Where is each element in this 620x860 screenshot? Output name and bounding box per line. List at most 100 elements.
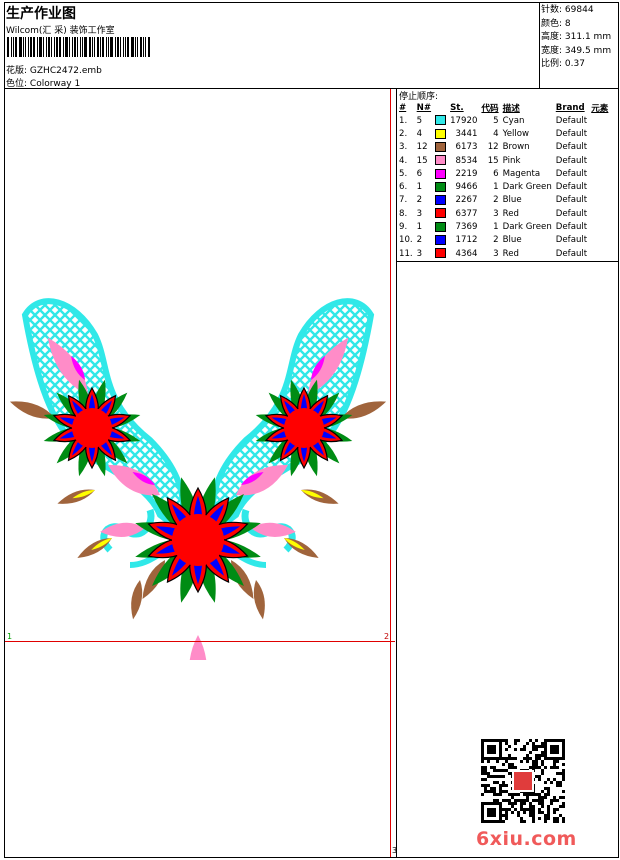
row-element	[589, 220, 610, 233]
qr-module	[556, 820, 559, 823]
qr-module	[538, 808, 541, 811]
color-swatch	[435, 115, 447, 126]
qr-module	[535, 754, 538, 757]
qr-module	[532, 745, 535, 748]
qr-module	[508, 772, 511, 775]
row-code: 2	[493, 195, 499, 206]
qr-module	[508, 766, 511, 769]
qr-module	[532, 748, 535, 751]
qr-module	[526, 808, 529, 811]
qr-module	[553, 760, 556, 763]
color-swatch	[435, 248, 447, 259]
qr-module	[508, 799, 511, 802]
row-code: 1	[493, 182, 499, 193]
design-line: 花版: GZHC2472.emb	[6, 63, 102, 76]
qr-module	[538, 757, 541, 760]
qr-module	[499, 769, 502, 772]
row-element	[589, 247, 610, 260]
qr-module	[532, 760, 535, 763]
qr-module	[517, 793, 520, 796]
qr-module	[493, 769, 496, 772]
flower-right-center	[284, 408, 324, 448]
qr-module	[538, 766, 541, 769]
qr-module	[499, 790, 502, 793]
qr-module	[541, 772, 544, 775]
qr-module	[547, 811, 550, 814]
embroidery-design	[9, 298, 387, 660]
row-swatch	[433, 180, 448, 193]
qr-module	[481, 769, 484, 772]
qr-module	[481, 766, 484, 769]
qr-module	[511, 805, 514, 808]
qr-module	[541, 769, 544, 772]
qr-module	[523, 802, 526, 805]
qr-module	[499, 787, 502, 790]
table-row: 9. 1 7369 1 Dark Green Default	[397, 220, 610, 233]
colorway-value: Colorway 1	[29, 79, 81, 89]
qr-module	[544, 781, 547, 784]
qr-module	[544, 820, 547, 823]
row-brand: Default	[555, 155, 588, 166]
color-swatch	[435, 208, 447, 219]
table-row: 6. 1 9466 1 Dark Green Default	[397, 180, 610, 193]
qr-module	[532, 793, 535, 796]
row-description: Dark Green	[502, 182, 552, 193]
qr-module	[544, 766, 547, 769]
qr-module	[541, 745, 544, 748]
qr-module	[496, 799, 499, 802]
row-swatch	[433, 220, 448, 233]
qr-module	[496, 769, 499, 772]
row-index: 6.	[399, 182, 408, 193]
sequence-divider	[396, 261, 619, 262]
qr-module	[502, 790, 505, 793]
qr-module	[550, 766, 553, 769]
col-index: #	[399, 102, 407, 113]
qr-module	[505, 760, 508, 763]
qr-module	[502, 763, 505, 766]
qr-module	[484, 766, 487, 769]
qr-module	[562, 769, 565, 772]
qr-module	[541, 742, 544, 745]
qr-module	[541, 751, 544, 754]
pink-leaf	[189, 635, 207, 660]
qr-module	[547, 808, 550, 811]
row-needle: 4	[416, 128, 423, 139]
colorway-label: 色位:	[6, 79, 28, 89]
row-swatch	[433, 234, 448, 247]
stat-scale: 比例: 0.37	[541, 59, 585, 70]
qr-module	[514, 799, 517, 802]
qr-module	[541, 796, 544, 799]
color-swatch	[435, 155, 447, 166]
qr-module	[547, 778, 550, 781]
qr-module	[529, 805, 532, 808]
qr-module	[484, 769, 487, 772]
col-brand: Brand	[555, 102, 585, 113]
qr-module	[553, 811, 556, 814]
row-stitches: 2219	[455, 168, 478, 179]
row-stitches: 1712	[455, 235, 478, 246]
qr-finder	[487, 745, 496, 754]
qr-module	[481, 772, 484, 775]
row-element	[589, 207, 610, 220]
qr-module	[520, 748, 523, 751]
row-element	[589, 141, 610, 154]
qr-module	[517, 814, 520, 817]
qr-module	[523, 745, 526, 748]
qr-module	[505, 817, 508, 820]
qr-module	[526, 793, 529, 796]
header-divider	[4, 88, 619, 89]
table-row: 3. 12 6173 12 Brown Default	[397, 141, 610, 154]
qr-module	[547, 817, 550, 820]
row-stitches: 4364	[455, 248, 478, 259]
row-needle: 1	[416, 182, 423, 193]
qr-module	[532, 817, 535, 820]
row-element	[589, 234, 610, 247]
row-description: Dark Green	[502, 222, 552, 233]
row-code: 2	[493, 235, 499, 246]
qr-module	[496, 781, 499, 784]
qr-module	[523, 820, 526, 823]
qr-module	[505, 799, 508, 802]
guide-marker-right: 2	[384, 632, 390, 641]
qr-module	[553, 766, 556, 769]
qr-module	[496, 760, 499, 763]
